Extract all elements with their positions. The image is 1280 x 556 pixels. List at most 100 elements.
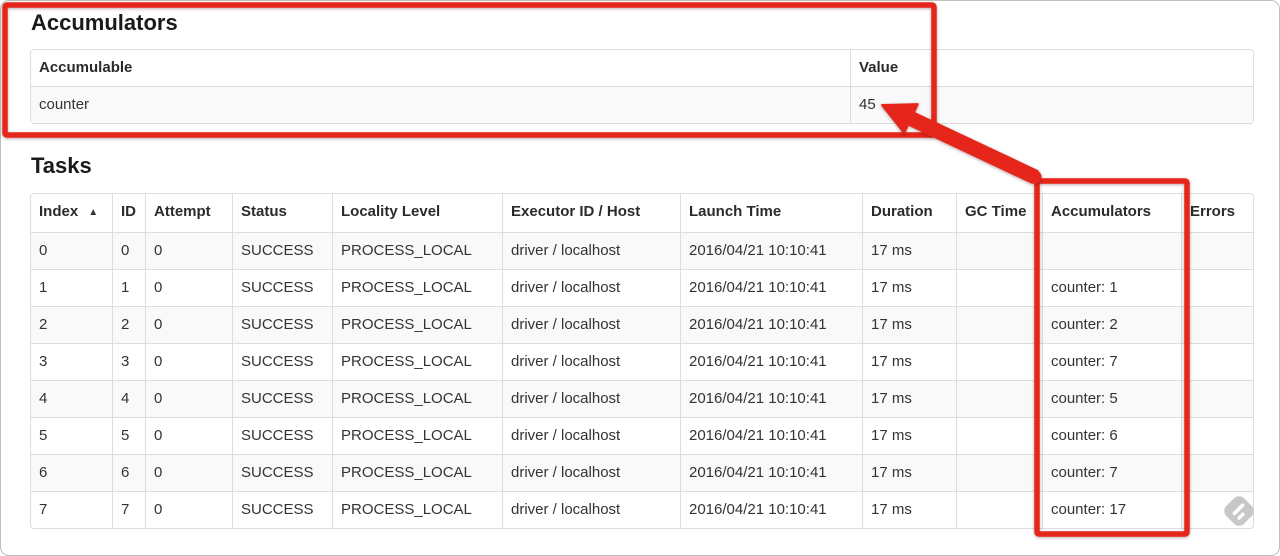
cell-duration: 17 ms [862,306,956,343]
cell-accumulators: counter: 1 [1042,269,1181,306]
column-header-accumulable: Accumulable [31,50,850,86]
cell-executor-id-host: driver / localhost [502,269,680,306]
cell-launch-time: 2016/04/21 10:10:41 [680,269,862,306]
column-header-locality-level[interactable]: Locality Level [332,194,502,232]
cell-duration: 17 ms [862,380,956,417]
cell-index: 0 [31,232,112,269]
column-header-launch-time[interactable]: Launch Time [680,194,862,232]
cell-launch-time: 2016/04/21 10:10:41 [680,454,862,491]
column-header-errors[interactable]: Errors [1181,194,1253,232]
cell-value: 45 [850,86,1253,123]
cell-index: 7 [31,491,112,528]
cell-executor-id-host: driver / localhost [502,491,680,528]
cell-errors [1181,380,1253,417]
column-header-label: Status [241,203,287,220]
cell-duration: 17 ms [862,454,956,491]
column-header-label: Executor ID / Host [511,203,641,220]
cell-launch-time: 2016/04/21 10:10:41 [680,491,862,528]
cell-errors [1181,232,1253,269]
cell-id: 2 [112,306,145,343]
column-header-accumulators[interactable]: Accumulators [1042,194,1181,232]
cell-attempt: 0 [145,306,232,343]
table-row: 2 2 0 SUCCESS PROCESS_LOCAL driver / localhos… [31,306,1253,343]
cell-id: 6 [112,454,145,491]
cell-accumulators: counter: 7 [1042,454,1181,491]
cell-gc-time [956,343,1042,380]
cell-gc-time [956,269,1042,306]
column-header-attempt[interactable]: Attempt [145,194,232,232]
cell-status: SUCCESS [232,417,332,454]
cell-status: SUCCESS [232,380,332,417]
cell-accumulators: counter: 5 [1042,380,1181,417]
column-header-id[interactable]: ID [112,194,145,232]
column-header-label: Duration [871,203,933,220]
column-header-label: Value [859,59,899,76]
cell-accumulators: counter: 7 [1042,343,1181,380]
cell-attempt: 0 [145,269,232,306]
cell-locality-level: PROCESS_LOCAL [332,380,502,417]
cell-duration: 17 ms [862,232,956,269]
cell-status: SUCCESS [232,454,332,491]
cell-locality-level: PROCESS_LOCAL [332,417,502,454]
cell-accumulators: counter: 2 [1042,306,1181,343]
cell-id: 4 [112,380,145,417]
cell-attempt: 0 [145,232,232,269]
annotation-tool-watermark-icon [1219,491,1259,531]
cell-errors [1181,343,1253,380]
table-row: 3 3 0 SUCCESS PROCESS_LOCAL driver / localhos… [31,343,1253,380]
cell-gc-time [956,306,1042,343]
cell-executor-id-host: driver / localhost [502,380,680,417]
cell-id: 0 [112,232,145,269]
cell-executor-id-host: driver / localhost [502,232,680,269]
cell-launch-time: 2016/04/21 10:10:41 [680,306,862,343]
cell-gc-time [956,232,1042,269]
cell-executor-id-host: driver / localhost [502,343,680,380]
cell-status: SUCCESS [232,343,332,380]
column-header-gc-time[interactable]: GC Time [956,194,1042,232]
column-header-label: Locality Level [341,203,441,220]
table-row: 1 1 0 SUCCESS PROCESS_LOCAL driver / localhos… [31,269,1253,306]
column-header-label: Index [39,203,79,220]
table-row: 7 7 0 SUCCESS PROCESS_LOCAL driver / localhos… [31,491,1253,528]
cell-locality-level: PROCESS_LOCAL [332,306,502,343]
column-header-duration[interactable]: Duration [862,194,956,232]
cell-locality-level: PROCESS_LOCAL [332,232,502,269]
table-row: 6 6 0 SUCCESS PROCESS_LOCAL driver / localhos… [31,454,1253,491]
cell-accumulators: counter: 17 [1042,491,1181,528]
column-header-executor-id-host[interactable]: Executor ID / Host [502,194,680,232]
column-header-label: Accumulators [1051,203,1152,220]
column-header-label: Attempt [154,203,211,220]
accumulators-header-row: Accumulable Value [31,50,1253,86]
cell-status: SUCCESS [232,491,332,528]
spark-ui-page: Accumulators Accumulable Value counter 45 … [0,0,1280,556]
cell-gc-time [956,417,1042,454]
accumulators-table: Accumulable Value counter 45 [30,49,1254,124]
cell-locality-level: PROCESS_LOCAL [332,454,502,491]
column-header-label: Errors [1190,203,1236,220]
cell-errors [1181,417,1253,454]
cell-index: 1 [31,269,112,306]
cell-launch-time: 2016/04/21 10:10:41 [680,417,862,454]
cell-duration: 17 ms [862,417,956,454]
cell-launch-time: 2016/04/21 10:10:41 [680,343,862,380]
cell-launch-time: 2016/04/21 10:10:41 [680,232,862,269]
sort-ascending-icon: ▲ [88,207,99,218]
cell-locality-level: PROCESS_LOCAL [332,269,502,306]
column-header-index[interactable]: Index ▲ [31,194,112,232]
column-header-status[interactable]: Status [232,194,332,232]
cell-id: 5 [112,417,145,454]
cell-errors [1181,454,1253,491]
cell-index: 5 [31,417,112,454]
cell-launch-time: 2016/04/21 10:10:41 [680,380,862,417]
cell-index: 4 [31,380,112,417]
cell-accumulators: counter: 6 [1042,417,1181,454]
table-row: 5 5 0 SUCCESS PROCESS_LOCAL driver / localhos… [31,417,1253,454]
cell-status: SUCCESS [232,232,332,269]
cell-id: 1 [112,269,145,306]
cell-executor-id-host: driver / localhost [502,417,680,454]
cell-accumulators [1042,232,1181,269]
cell-attempt: 0 [145,491,232,528]
cell-index: 2 [31,306,112,343]
column-header-label: Launch Time [689,203,782,220]
tasks-section-title: Tasks [31,153,92,178]
